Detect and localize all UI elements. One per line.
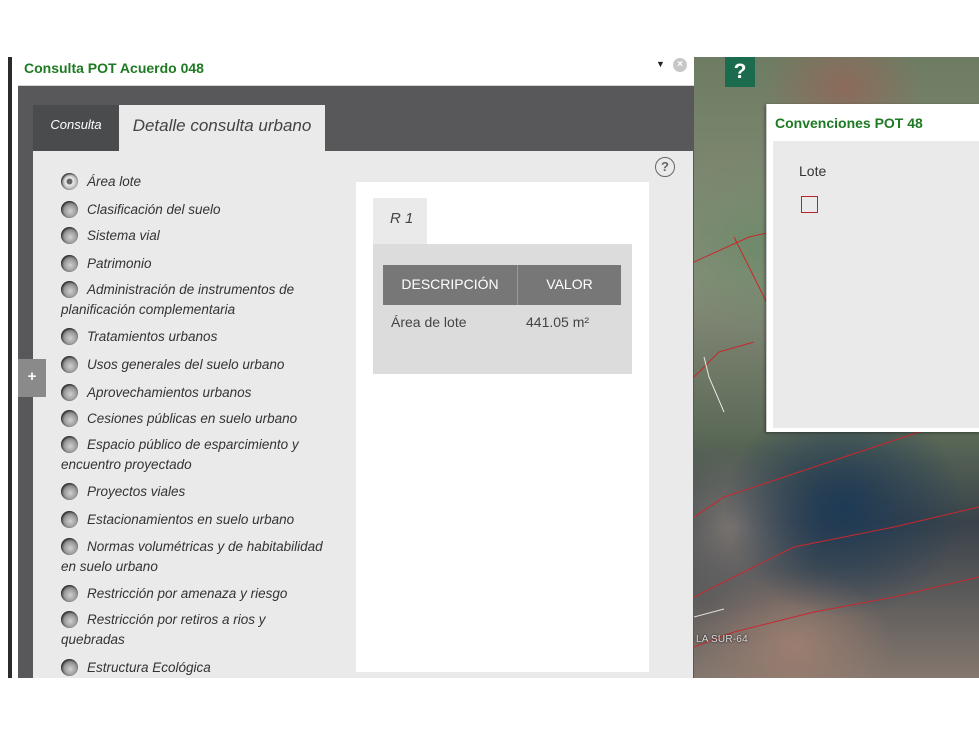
panel-header: Consulta POT Acuerdo 048 ▼ × bbox=[18, 57, 694, 86]
option-usos-generales[interactable]: Usos generales del suelo urbano bbox=[61, 355, 323, 375]
radio-icon[interactable] bbox=[61, 201, 78, 218]
option-sistema-vial[interactable]: Sistema vial bbox=[61, 226, 323, 246]
option-clasificacion-suelo[interactable]: Clasificación del suelo bbox=[61, 200, 323, 220]
option-area-lote[interactable]: Área lote bbox=[61, 172, 323, 192]
radio-icon[interactable] bbox=[61, 436, 78, 453]
option-patrimonio[interactable]: Patrimonio bbox=[61, 254, 323, 274]
radio-icon[interactable] bbox=[61, 585, 78, 602]
legend-body: Lote bbox=[773, 141, 979, 428]
map-street-label: LA SUR-64 bbox=[696, 634, 748, 645]
table-header: DESCRIPCIÓN VALOR bbox=[383, 265, 621, 305]
radio-icon[interactable] bbox=[61, 328, 78, 345]
table-cell-valor: 441.05 m² bbox=[526, 314, 590, 330]
option-label: Estructura Ecológica bbox=[87, 660, 211, 675]
legend-title: Convenciones POT 48 bbox=[775, 115, 923, 131]
radio-icon[interactable] bbox=[61, 538, 78, 555]
option-estacionamientos[interactable]: Estacionamientos en suelo urbano bbox=[61, 510, 323, 530]
help-icon[interactable]: ? bbox=[655, 157, 675, 177]
option-restriccion-retiros[interactable]: Restricción por retiros a rios y quebrad… bbox=[61, 610, 323, 650]
option-label: Sistema vial bbox=[87, 228, 160, 243]
option-label: Usos generales del suelo urbano bbox=[87, 357, 285, 372]
radio-icon[interactable] bbox=[61, 483, 78, 500]
tab-content: ? Área lote Clasificación del suelo Sist… bbox=[33, 151, 693, 678]
left-edge-bar bbox=[8, 57, 12, 678]
option-espacio-publico[interactable]: Espacio público de esparcimiento y encue… bbox=[61, 435, 323, 475]
lote-swatch-icon bbox=[801, 196, 818, 213]
radio-icon[interactable] bbox=[61, 611, 78, 628]
option-label: Normas volumétricas y de habitabilidad e… bbox=[61, 539, 323, 574]
option-administracion-instrumentos[interactable]: Administración de instrumentos de planif… bbox=[61, 280, 323, 320]
option-label: Aprovechamientos urbanos bbox=[87, 385, 252, 400]
option-label: Administración de instrumentos de planif… bbox=[61, 282, 295, 317]
option-label: Tratamientos urbanos bbox=[87, 329, 218, 344]
tab-detalle-consulta-urbano[interactable]: Detalle consulta urbano bbox=[119, 105, 325, 153]
radio-checked-icon[interactable] bbox=[61, 173, 78, 190]
left-edge bbox=[0, 57, 12, 678]
radio-icon[interactable] bbox=[61, 659, 78, 676]
panel-title: Consulta POT Acuerdo 048 bbox=[24, 60, 204, 76]
radio-icon[interactable] bbox=[61, 410, 78, 427]
option-label: Estacionamientos en suelo urbano bbox=[87, 512, 295, 527]
consulta-panel: Consulta POT Acuerdo 048 ▼ × Consulta De… bbox=[18, 57, 694, 678]
expand-button[interactable]: + bbox=[18, 359, 46, 397]
caret-down-icon[interactable]: ▼ bbox=[656, 59, 666, 69]
legend-panel: Convenciones POT 48 Lote bbox=[766, 104, 979, 432]
option-estructura-ecologica[interactable]: Estructura Ecológica bbox=[61, 658, 323, 678]
map-help-button[interactable]: ? bbox=[725, 57, 755, 87]
radio-icon[interactable] bbox=[61, 227, 78, 244]
radio-icon[interactable] bbox=[61, 356, 78, 373]
option-label: Restricción por retiros a rios y quebrad… bbox=[61, 612, 266, 647]
result-tab-r1[interactable]: R 1 bbox=[373, 198, 427, 244]
option-aprovechamientos-urbanos[interactable]: Aprovechamientos urbanos bbox=[61, 383, 323, 403]
radio-icon[interactable] bbox=[61, 384, 78, 401]
option-restriccion-amenaza[interactable]: Restricción por amenaza y riesgo bbox=[61, 584, 323, 604]
option-cesiones-publicas[interactable]: Cesiones públicas en suelo urbano bbox=[61, 409, 323, 429]
option-normas-volumetricas[interactable]: Normas volumétricas y de habitabilidad e… bbox=[61, 537, 323, 577]
legend-item-lote: Lote bbox=[799, 163, 827, 179]
option-label: Restricción por amenaza y riesgo bbox=[87, 586, 288, 601]
detail-card: R 1 DESCRIPCIÓN VALOR Área de lote 441.0… bbox=[356, 182, 649, 672]
option-proyectos-viales[interactable]: Proyectos viales bbox=[61, 482, 323, 502]
option-label: Área lote bbox=[87, 174, 142, 189]
option-label: Proyectos viales bbox=[87, 484, 186, 499]
option-label: Cesiones públicas en suelo urbano bbox=[87, 411, 298, 426]
result-body: DESCRIPCIÓN VALOR Área de lote 441.05 m² bbox=[373, 244, 632, 374]
radio-icon[interactable] bbox=[61, 511, 78, 528]
option-tratamientos-urbanos[interactable]: Tratamientos urbanos bbox=[61, 327, 323, 347]
option-label: Patrimonio bbox=[87, 256, 152, 271]
table-cell-descripcion: Área de lote bbox=[391, 314, 467, 330]
column-header-descripcion: DESCRIPCIÓN bbox=[383, 265, 518, 305]
option-label: Espacio público de esparcimiento y encue… bbox=[61, 437, 299, 472]
option-label: Clasificación del suelo bbox=[87, 202, 221, 217]
close-icon[interactable]: × bbox=[673, 58, 687, 72]
radio-icon[interactable] bbox=[61, 281, 78, 298]
tab-consulta[interactable]: Consulta bbox=[33, 105, 119, 151]
column-header-valor: VALOR bbox=[546, 276, 593, 292]
radio-icon[interactable] bbox=[61, 255, 78, 272]
